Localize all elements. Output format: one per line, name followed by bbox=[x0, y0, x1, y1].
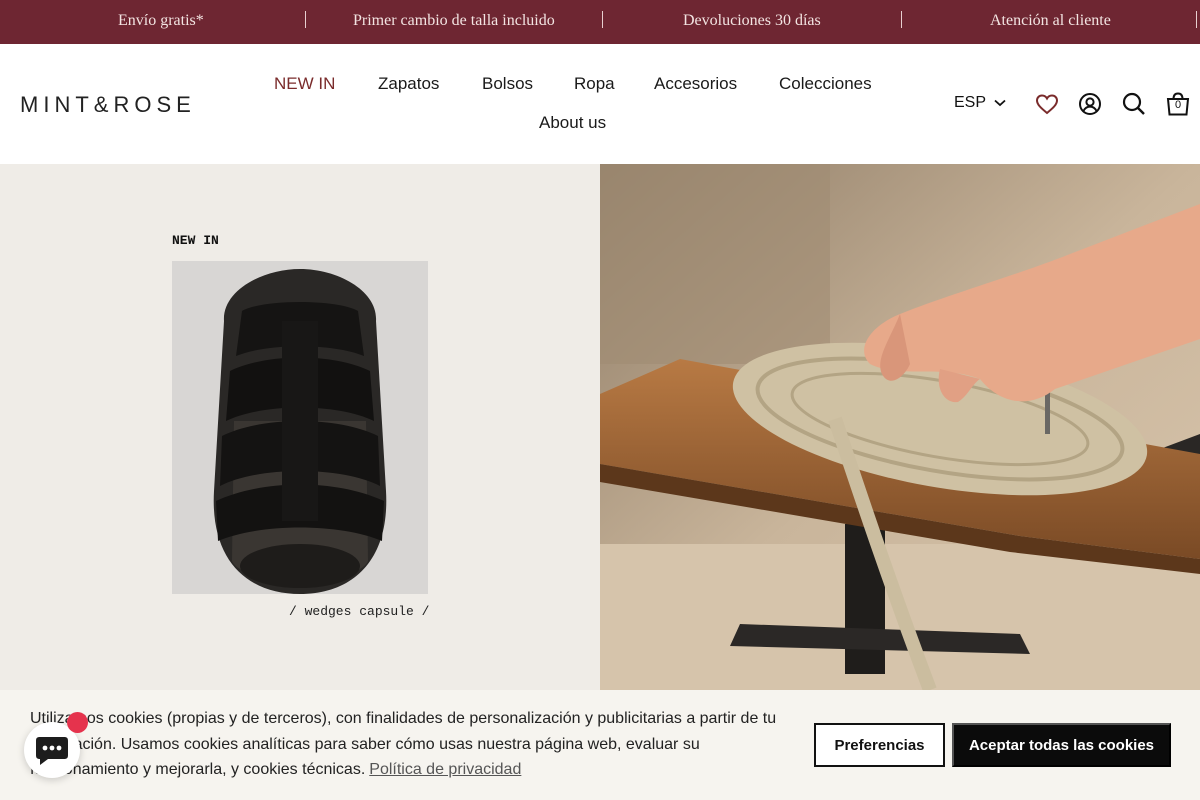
nav-item-ropa[interactable]: Ropa bbox=[574, 74, 615, 94]
cart-count: 0 bbox=[1174, 99, 1182, 111]
nav-item-new-in[interactable]: NEW IN bbox=[274, 74, 335, 94]
announcement-customer-service[interactable]: Atención al cliente bbox=[990, 12, 1111, 30]
cookie-message: Utilizamos cookies (propias y de tercero… bbox=[30, 706, 790, 783]
sandal-illustration bbox=[172, 261, 428, 594]
new-in-label: NEW IN bbox=[172, 233, 219, 248]
craft-photo bbox=[600, 164, 1200, 690]
language-selector[interactable]: ESP bbox=[954, 94, 1006, 112]
announcement-bar: Envío gratis* Primer cambio de talla inc… bbox=[0, 0, 1200, 44]
account-icon[interactable] bbox=[1077, 91, 1103, 117]
announcement-free-shipping[interactable]: Envío gratis* bbox=[118, 12, 204, 30]
language-label: ESP bbox=[954, 94, 987, 111]
cookie-banner: Utilizamos cookies (propias y de tercero… bbox=[0, 690, 1200, 800]
heart-icon[interactable] bbox=[1034, 91, 1060, 117]
nav-item-colecciones[interactable]: Colecciones bbox=[779, 74, 872, 94]
accept-all-cookies-button[interactable]: Aceptar todas las cookies bbox=[952, 723, 1171, 767]
hero-photo-espadrille-making[interactable] bbox=[600, 164, 1200, 690]
collection-caption[interactable]: / wedges capsule / bbox=[289, 604, 429, 619]
announcement-divider bbox=[901, 11, 902, 28]
announcement-size-exchange[interactable]: Primer cambio de talla incluido bbox=[353, 12, 555, 30]
announcement-divider bbox=[1196, 11, 1197, 28]
nav-item-accesorios[interactable]: Accesorios bbox=[654, 74, 737, 94]
search-icon[interactable] bbox=[1121, 91, 1147, 117]
announcement-divider bbox=[305, 11, 306, 28]
privacy-policy-link[interactable]: Política de privacidad bbox=[369, 761, 521, 778]
chat-icon bbox=[36, 737, 68, 765]
nav-item-zapatos[interactable]: Zapatos bbox=[378, 74, 439, 94]
announcement-returns[interactable]: Devoluciones 30 días bbox=[683, 12, 821, 30]
product-image-sandal[interactable] bbox=[172, 261, 428, 594]
chevron-down-icon bbox=[994, 99, 1006, 107]
nav-item-bolsos[interactable]: Bolsos bbox=[482, 74, 533, 94]
cookie-preferences-button[interactable]: Preferencias bbox=[814, 723, 945, 767]
cart-button[interactable]: 0 bbox=[1165, 91, 1191, 117]
site-header: MINT&ROSE NEW IN Zapatos Bolsos Ropa Acc… bbox=[0, 44, 1200, 164]
hero-left-panel: NEW IN / wedges capsule / bbox=[0, 164, 600, 690]
site-logo[interactable]: MINT&ROSE bbox=[20, 92, 196, 118]
nav-item-about-us[interactable]: About us bbox=[539, 113, 606, 133]
chat-notification-badge bbox=[67, 712, 88, 733]
announcement-divider bbox=[602, 11, 603, 28]
